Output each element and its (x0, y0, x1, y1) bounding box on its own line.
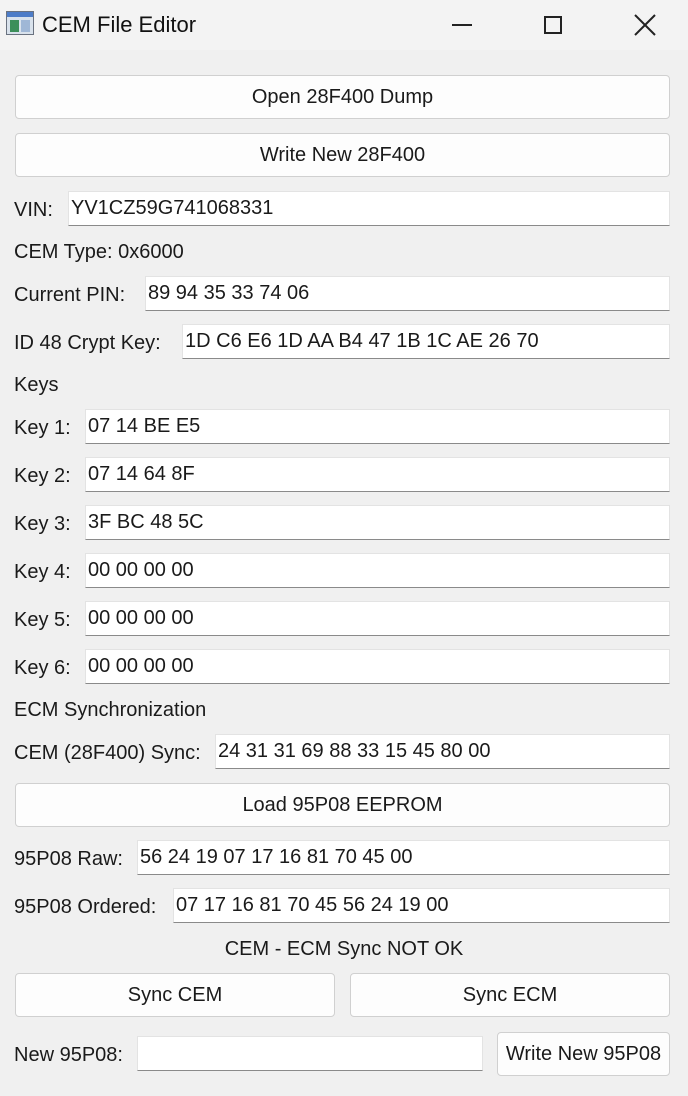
keys-heading: Keys (14, 374, 59, 396)
close-icon (634, 14, 656, 36)
sync-status: CEM - ECM Sync NOT OK (224, 938, 464, 960)
write-95p08-button[interactable]: Write New 95P08 (497, 1032, 670, 1076)
ordered-95p08-label: 95P08 Ordered: (14, 896, 157, 918)
title-bar: CEM File Editor (0, 0, 688, 50)
cem-sync-label: CEM (28F400) Sync: (14, 742, 201, 764)
ecm-sync-heading: ECM Synchronization (14, 699, 207, 721)
raw-95p08-field[interactable]: 56 24 19 07 17 16 81 70 45 00 (137, 840, 670, 875)
load-eeprom-button[interactable]: Load 95P08 EEPROM (15, 783, 670, 827)
key-3-label: Key 3: (14, 513, 71, 535)
raw-95p08-label: 95P08 Raw: (14, 848, 123, 870)
key-4-label: Key 4: (14, 561, 71, 583)
vin-label: VIN: (14, 199, 53, 221)
open-dump-button[interactable]: Open 28F400 Dump (15, 75, 670, 119)
current-pin-label: Current PIN: (14, 284, 126, 306)
app-window-icon (6, 11, 34, 35)
close-button[interactable] (599, 0, 688, 50)
key-5-label: Key 5: (14, 609, 71, 631)
crypt-key-field[interactable]: 1D C6 E6 1D AA B4 47 1B 1C AE 26 70 (182, 324, 670, 359)
key-1-label: Key 1: (14, 417, 71, 439)
current-pin-field[interactable]: 89 94 35 33 74 06 (145, 276, 670, 311)
sync-cem-button[interactable]: Sync CEM (15, 973, 335, 1017)
sync-ecm-button[interactable]: Sync ECM (350, 973, 670, 1017)
key-2-label: Key 2: (14, 465, 71, 487)
key-6-field[interactable]: 00 00 00 00 (85, 649, 670, 684)
key-4-field[interactable]: 00 00 00 00 (85, 553, 670, 588)
ordered-95p08-field[interactable]: 07 17 16 81 70 45 56 24 19 00 (173, 888, 670, 923)
new-95p08-field[interactable] (137, 1036, 483, 1071)
key-3-field[interactable]: 3F BC 48 5C (85, 505, 670, 540)
maximize-button[interactable] (507, 0, 599, 50)
crypt-key-label: ID 48 Crypt Key: (14, 332, 161, 354)
minimize-icon (452, 24, 472, 26)
write-dump-button[interactable]: Write New 28F400 (15, 133, 670, 177)
cem-sync-field[interactable]: 24 31 31 69 88 33 15 45 80 00 (215, 734, 670, 769)
minimize-button[interactable] (416, 0, 508, 50)
key-2-field[interactable]: 07 14 64 8F (85, 457, 670, 492)
vin-field[interactable]: YV1CZ59G741068331 (68, 191, 670, 226)
key-6-label: Key 6: (14, 657, 71, 679)
new-95p08-label: New 95P08: (14, 1044, 123, 1066)
window-title: CEM File Editor (42, 12, 197, 37)
key-1-field[interactable]: 07 14 BE E5 (85, 409, 670, 444)
maximize-icon (544, 16, 562, 34)
key-5-field[interactable]: 00 00 00 00 (85, 601, 670, 636)
cem-type-label: CEM Type: 0x6000 (14, 241, 184, 263)
